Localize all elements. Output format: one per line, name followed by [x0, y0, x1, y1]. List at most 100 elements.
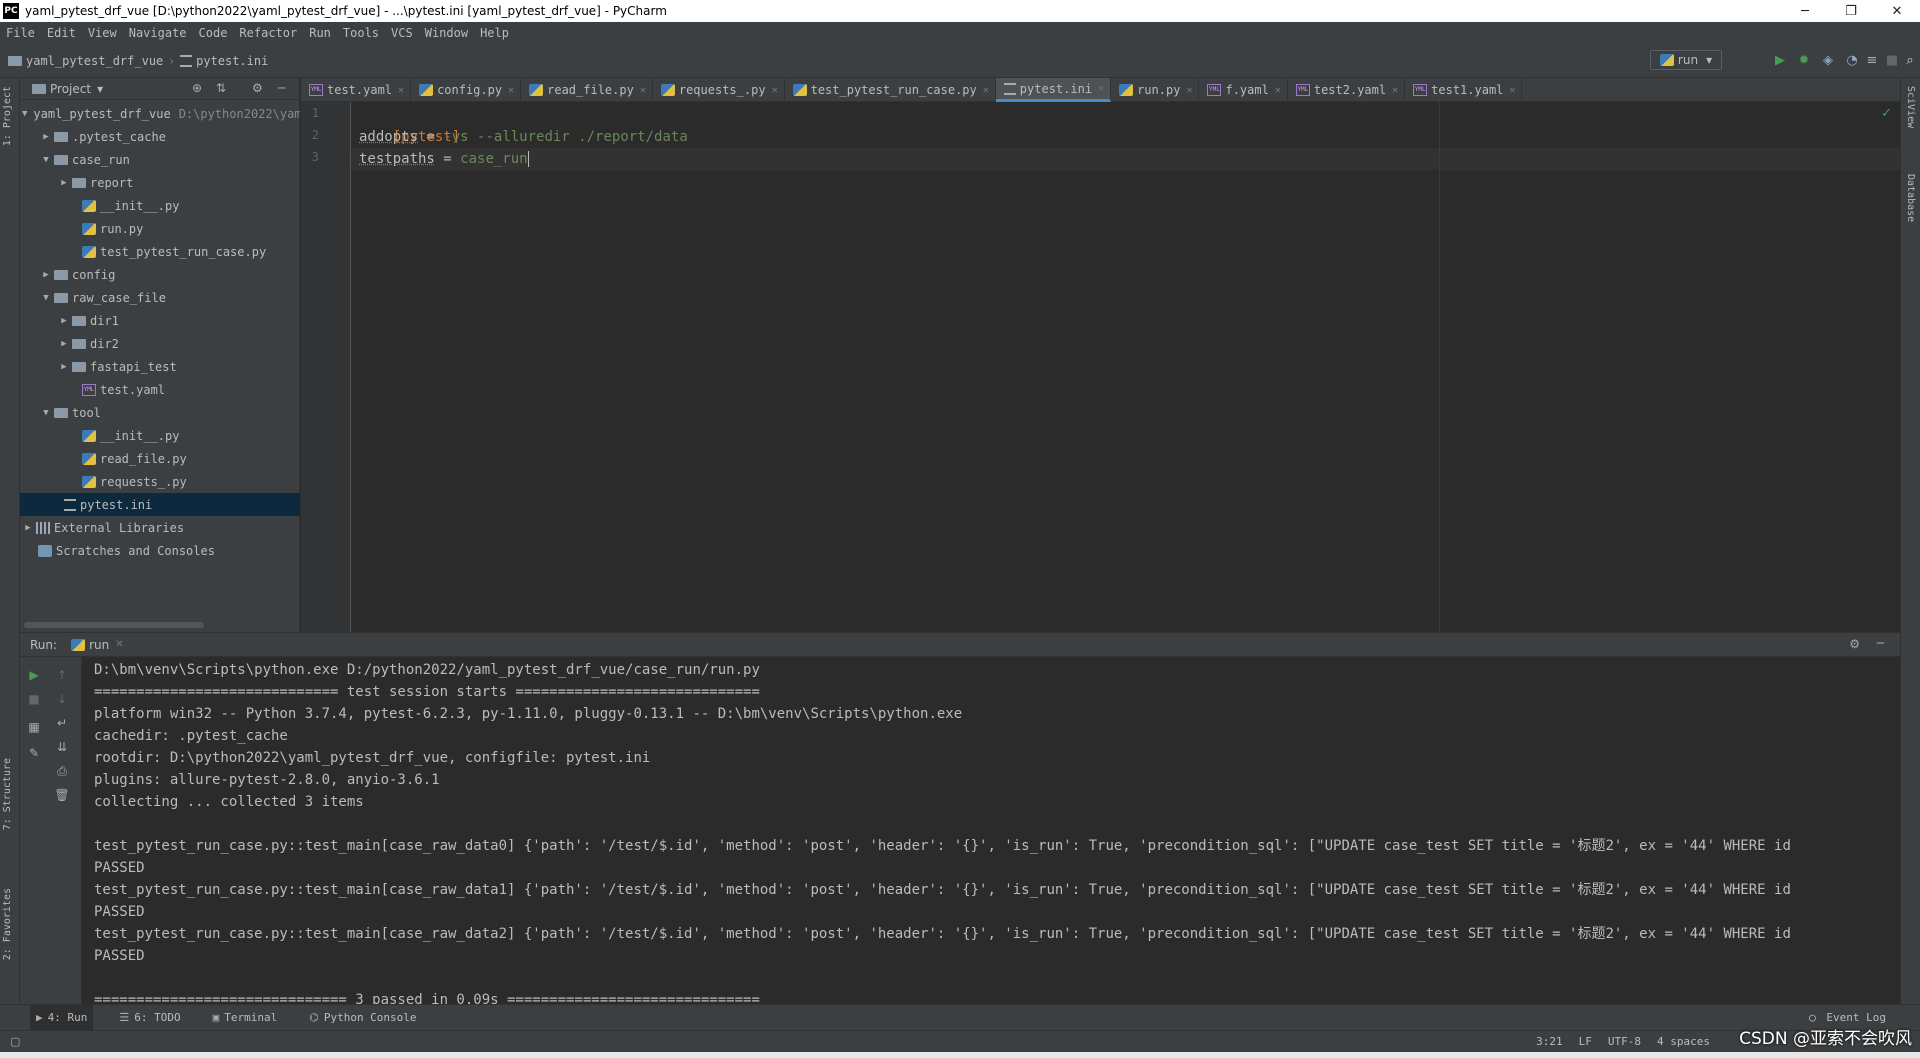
inspection-ok-icon[interactable]: ✓	[1881, 106, 1892, 121]
breadcrumb-project[interactable]: yaml_pytest_drf_vue	[8, 54, 163, 68]
locate-icon[interactable]: ⊕	[192, 81, 202, 95]
breadcrumb-file[interactable]: pytest.ini	[180, 54, 268, 68]
chevron-right-icon[interactable]: ▶	[58, 339, 70, 349]
menu-edit[interactable]: Edit	[47, 26, 76, 40]
tree-item-external-libraries[interactable]: ▶ External Libraries	[20, 516, 300, 539]
tree-item-folder[interactable]: ▶ dir1	[20, 309, 300, 332]
project-horizontal-scrollbar[interactable]	[24, 622, 204, 628]
tab-test2-yaml[interactable]: YML test2.yaml ✕	[1288, 78, 1406, 102]
tree-item-folder[interactable]: ▶ .pytest_cache	[20, 125, 300, 148]
up-arrow-icon[interactable]: ↑	[54, 667, 70, 683]
chevron-down-icon[interactable]: ▼	[40, 408, 52, 418]
close-icon[interactable]: ✕	[640, 85, 646, 96]
chevron-down-icon[interactable]: ▼	[22, 109, 27, 119]
chevron-down-icon[interactable]: ▼	[40, 293, 52, 303]
stop-icon[interactable]: ■	[26, 691, 42, 707]
chevron-down-icon[interactable]: ▼	[40, 155, 52, 165]
profile-icon[interactable]: ◔	[1844, 52, 1860, 68]
file-encoding[interactable]: UTF-8	[1608, 1035, 1641, 1048]
tool-tab-structure[interactable]: 7: Structure	[2, 758, 13, 830]
tool-tab-python-console[interactable]: ⌬ Python Console	[303, 1005, 422, 1031]
menu-window[interactable]: Window	[425, 26, 468, 40]
layout-icon[interactable]: ▦	[26, 719, 42, 735]
close-icon[interactable]: ✕	[1186, 85, 1192, 96]
tree-item-folder[interactable]: ▼ case_run	[20, 148, 300, 171]
soft-wrap-icon[interactable]: ↵	[54, 715, 70, 731]
chevron-right-icon[interactable]: ▶	[58, 362, 70, 372]
tool-tab-database[interactable]: Database	[1905, 174, 1916, 222]
search-icon[interactable]: ⌕	[1902, 52, 1918, 68]
tree-item-folder[interactable]: ▶ report	[20, 171, 300, 194]
tree-item-file[interactable]: run.py	[20, 217, 300, 240]
close-icon[interactable]: ✕	[1509, 85, 1515, 96]
menu-view[interactable]: View	[88, 26, 117, 40]
menu-navigate[interactable]: Navigate	[129, 26, 187, 40]
tab-f-yaml[interactable]: YML f.yaml ✕	[1199, 78, 1288, 102]
tab-test-pytest-run-case-py[interactable]: test_pytest_run_case.py ✕	[785, 78, 996, 102]
event-log-tab[interactable]: ◯ Event Log	[1809, 1011, 1886, 1024]
hide-icon[interactable]: ─	[278, 81, 285, 95]
gear-icon[interactable]: ⚙	[1849, 637, 1860, 651]
minimize-button[interactable]: ─	[1782, 0, 1828, 22]
tab-test1-yaml[interactable]: YML test1.yaml ✕	[1405, 78, 1523, 102]
toggle-tool-windows-icon[interactable]: ▢	[10, 1035, 20, 1048]
close-icon[interactable]: ✕	[1392, 85, 1398, 96]
tab-pytest-ini[interactable]: pytest.ini ✕	[995, 78, 1112, 102]
tree-item-file-selected[interactable]: pytest.ini	[20, 493, 300, 516]
close-icon[interactable]: ✕	[772, 85, 778, 96]
tree-item-folder[interactable]: ▶ fastapi_test	[20, 355, 300, 378]
run-tab[interactable]: run ✕	[71, 638, 124, 652]
collapse-all-icon[interactable]: ⇅	[216, 81, 226, 95]
scroll-to-end-icon[interactable]: ⇊	[54, 739, 70, 755]
tab-run-py[interactable]: run.py ✕	[1111, 78, 1200, 102]
tool-tab-project[interactable]: 1: Project	[2, 86, 13, 146]
print-icon[interactable]: ⎙	[54, 763, 70, 779]
close-icon[interactable]: ✕	[1275, 85, 1281, 96]
menu-vcs[interactable]: VCS	[391, 26, 413, 40]
tab-requests-py[interactable]: requests_.py ✕	[653, 78, 785, 102]
close-icon[interactable]: ✕	[398, 85, 404, 96]
menu-refactor[interactable]: Refactor	[239, 26, 297, 40]
run-icon[interactable]: ▶	[1772, 52, 1788, 68]
tree-item-project-root[interactable]: ▼ yaml_pytest_drf_vue D:\python2022\yaml…	[20, 102, 300, 125]
tree-item-folder[interactable]: ▶ dir2	[20, 332, 300, 355]
tree-item-file[interactable]: test_pytest_run_case.py	[20, 240, 300, 263]
close-icon[interactable]: ✕	[983, 85, 989, 96]
menu-file[interactable]: File	[6, 26, 35, 40]
menu-run[interactable]: Run	[309, 26, 331, 40]
tree-item-folder[interactable]: ▼ tool	[20, 401, 300, 424]
down-arrow-icon[interactable]: ↓	[54, 691, 70, 707]
tool-tab-run[interactable]: ▶ 4: Run	[30, 1004, 94, 1031]
coverage-icon[interactable]: ◈	[1820, 52, 1836, 68]
tree-item-folder[interactable]: ▼ raw_case_file	[20, 286, 300, 309]
code-editor[interactable]: 1 2 3 [pytest] addopts = -vs --alluredir…	[301, 102, 1900, 632]
chevron-down-icon[interactable]: ▾	[97, 82, 103, 96]
tool-tab-favorites[interactable]: 2: Favorites	[2, 888, 13, 960]
close-button[interactable]: ✕	[1874, 0, 1920, 22]
menu-code[interactable]: Code	[199, 26, 228, 40]
hide-icon[interactable]: ─	[1877, 636, 1884, 650]
close-icon[interactable]: ✕	[115, 639, 123, 650]
indent-setting[interactable]: 4 spaces	[1657, 1035, 1710, 1048]
concurrency-icon[interactable]: ≡	[1864, 52, 1880, 68]
menu-tools[interactable]: Tools	[343, 26, 379, 40]
trash-icon[interactable]: 🗑	[54, 787, 70, 803]
tool-tab-sciview[interactable]: SciView	[1905, 86, 1916, 128]
maximize-button[interactable]: ❐	[1828, 0, 1874, 22]
tree-item-file[interactable]: requests_.py	[20, 470, 300, 493]
tab-read-file-py[interactable]: read_file.py ✕	[521, 78, 653, 102]
chevron-right-icon[interactable]: ▶	[22, 523, 34, 533]
chevron-right-icon[interactable]: ▶	[58, 316, 70, 326]
tree-item-file[interactable]: __init__.py	[20, 194, 300, 217]
chevron-right-icon[interactable]: ▶	[40, 132, 52, 142]
console-output[interactable]: D:\bm\venv\Scripts\python.exe D:/python2…	[82, 657, 1900, 1005]
tree-item-scratches[interactable]: Scratches and Consoles	[20, 539, 300, 562]
tree-item-file[interactable]: __init__.py	[20, 424, 300, 447]
stop-icon[interactable]: ■	[1884, 52, 1900, 68]
caret-position[interactable]: 3:21	[1536, 1035, 1563, 1048]
tool-tab-terminal[interactable]: ▣ Terminal	[207, 1005, 284, 1031]
close-icon[interactable]: ✕	[1098, 83, 1104, 94]
tree-item-file[interactable]: read_file.py	[20, 447, 300, 470]
pin-icon[interactable]: ✎	[26, 745, 42, 761]
gear-icon[interactable]: ⚙	[252, 81, 263, 95]
